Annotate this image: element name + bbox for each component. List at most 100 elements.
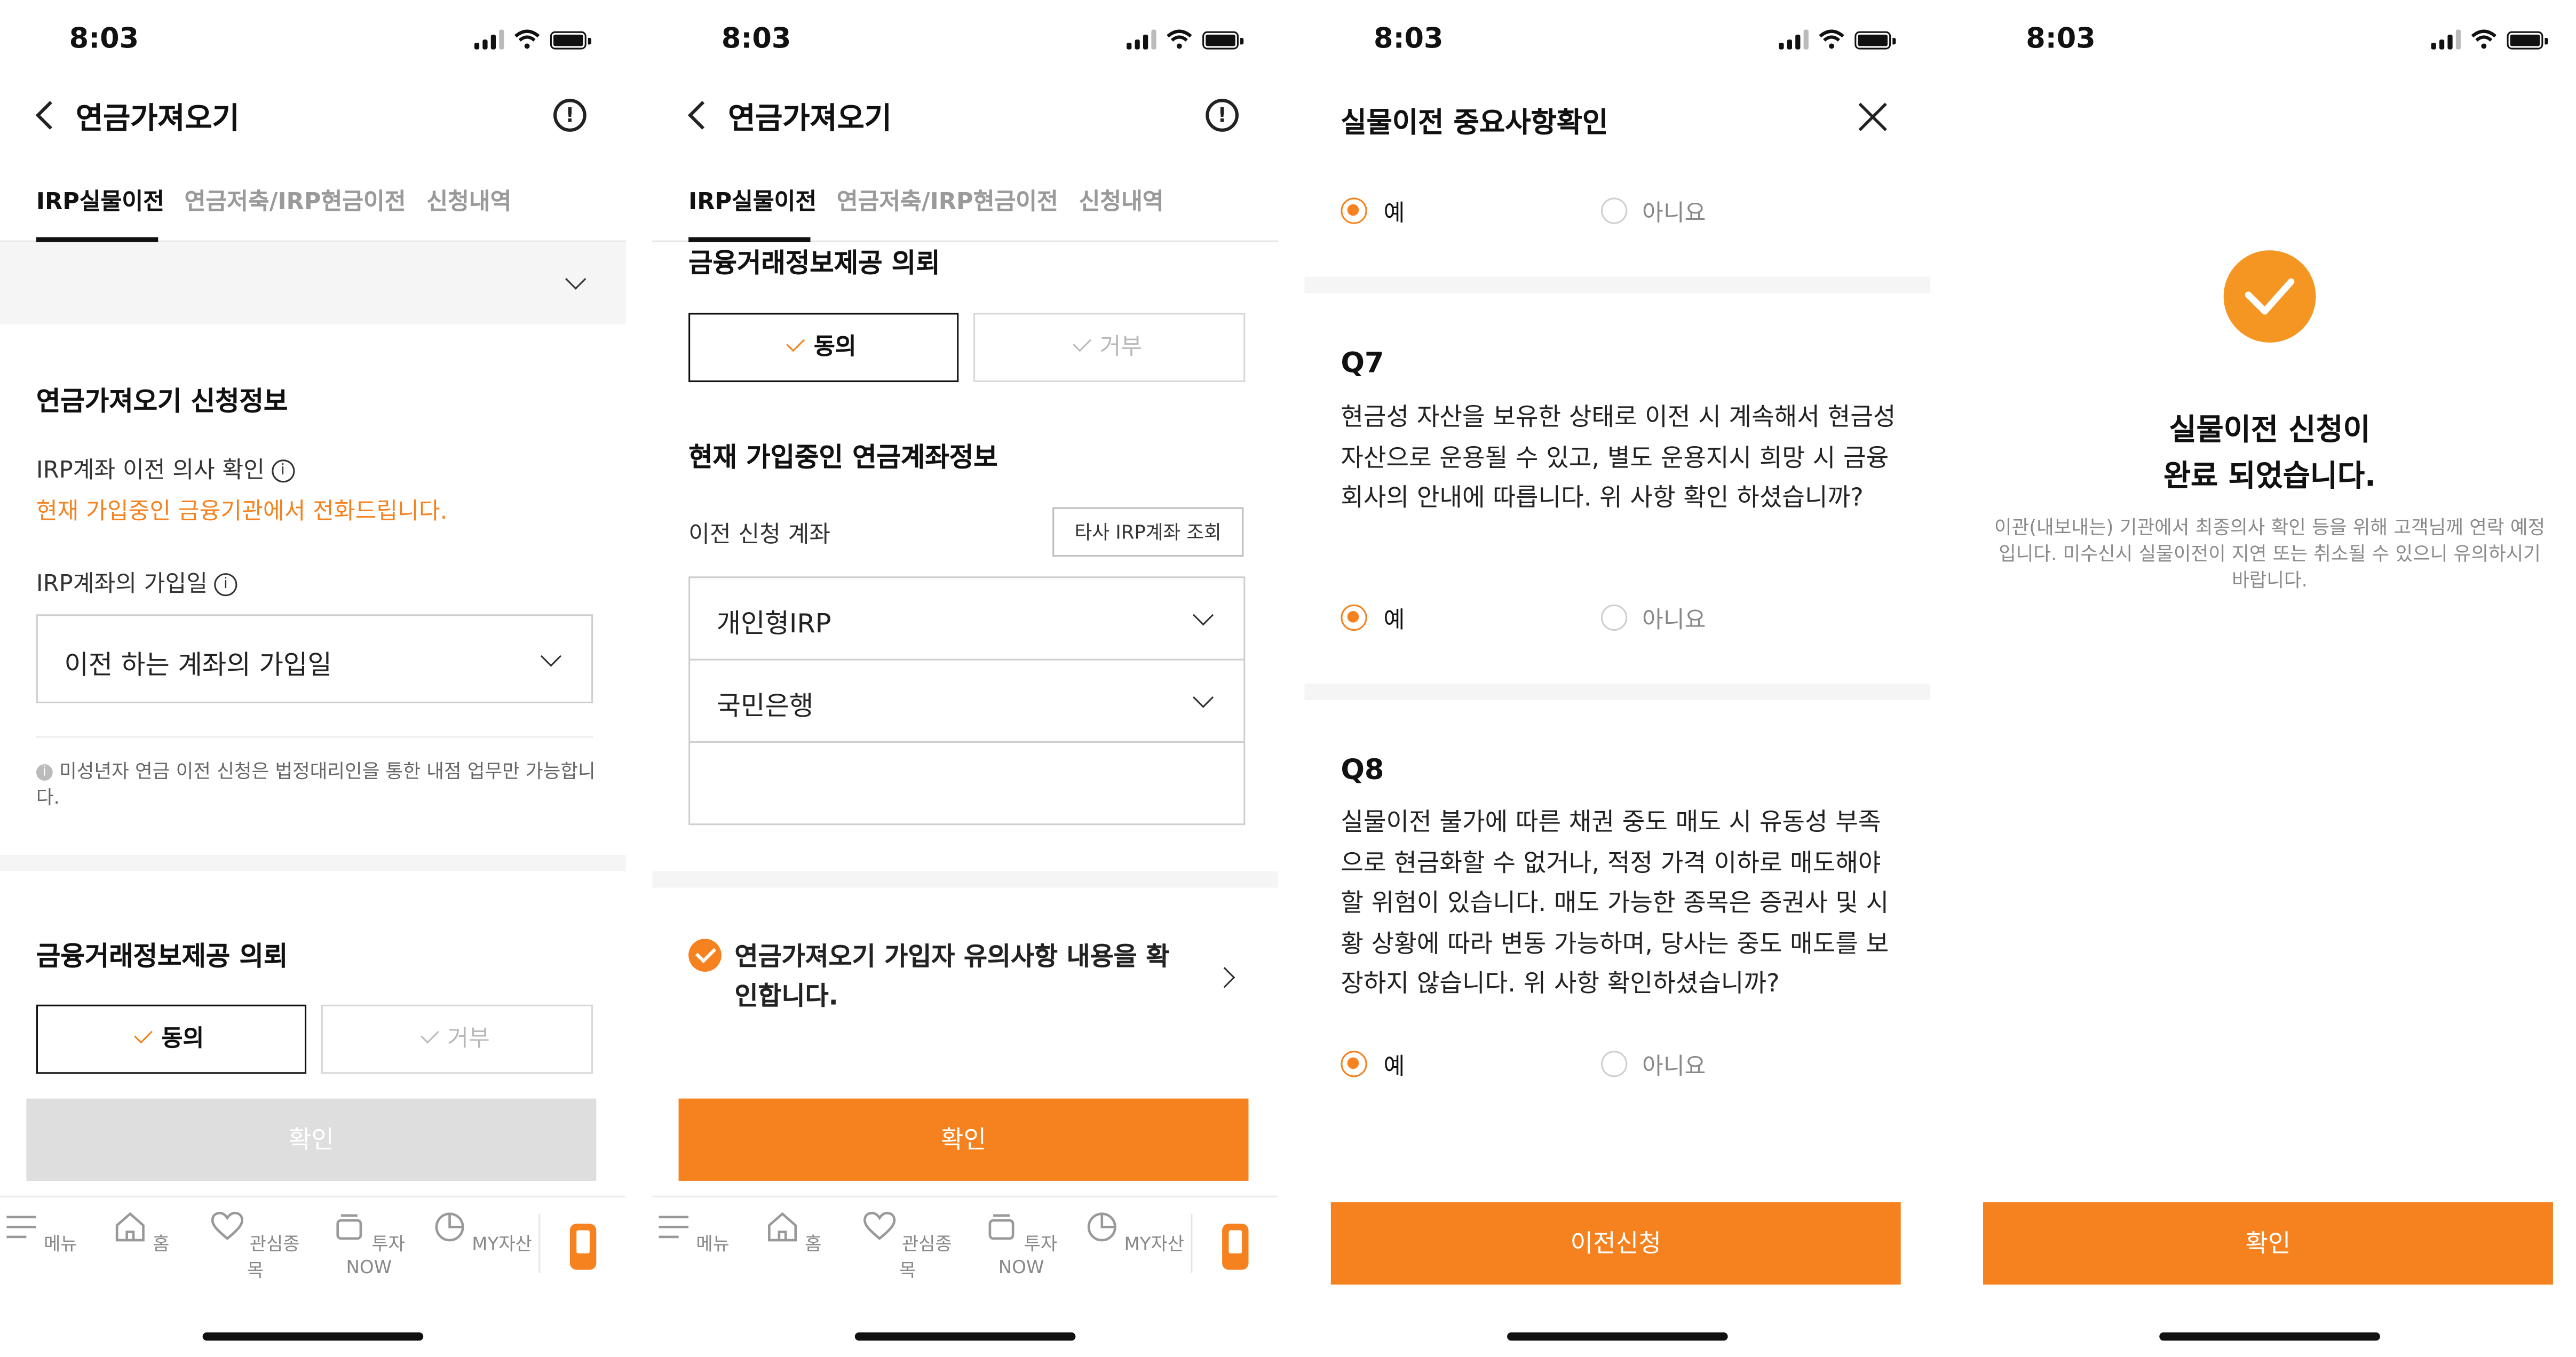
q7-yes-label: 예 (1383, 607, 1405, 634)
status-time: 8:03 (1374, 23, 1444, 56)
account-type-select[interactable]: 개인형IRP (688, 576, 1246, 661)
nav-watchlist[interactable]: 관심종목 (858, 1211, 957, 1283)
modal-title: 실물이전 중요사항확인 (1341, 107, 1608, 140)
status-time: 8:03 (2026, 23, 2096, 56)
signal-icon (1127, 29, 1156, 50)
screen-application-form: 8:03 연금가져오기 ! IRP실물이전 연금저축/IRP현금이전 신청내역 … (0, 0, 626, 1357)
q8-title: Q8 (1341, 754, 1384, 788)
chevron-down-icon (565, 268, 586, 290)
section-divider (0, 854, 626, 871)
minor-notice: i 미성년자 연금 이전 신청은 법정대리인을 통한 내점 업무만 가능합니다. (36, 758, 596, 811)
section-title-account-info: 현재 가입중인 연금계좌정보 (688, 441, 998, 473)
tab-cash-transfer[interactable]: 연금저축/IRP현금이전 (185, 185, 406, 218)
nav-invest-now[interactable]: 투자NOW (972, 1211, 1071, 1278)
q8-no-radio[interactable] (1600, 1051, 1628, 1077)
status-time: 8:03 (721, 23, 791, 56)
q6-yes-radio[interactable] (1341, 197, 1367, 224)
section-title-consent: 금융거래정보제공 의뢰 (36, 940, 288, 972)
q8-no-label: 아니요 (1642, 1054, 1706, 1081)
minor-notice-text: 미성년자 연금 이전 신청은 법정대리인을 통한 내점 업무만 가능합니다. (36, 759, 596, 809)
section-title-application-info: 연금가져오기 신청정보 (36, 385, 288, 417)
complete-description: 이관(내보내는) 기관에서 최종의사 확인 등을 위해 고객님께 연락 예정입니… (1994, 515, 2546, 592)
status-icons (1127, 26, 1244, 52)
tab-irp-transfer[interactable]: IRP실물이전 (688, 185, 817, 218)
nav-menu-label: 메뉴 (44, 1233, 77, 1255)
reject-button[interactable]: 거부 (321, 1004, 593, 1074)
nav-menu[interactable]: 메뉴 (0, 1211, 91, 1257)
home-indicator (1507, 1332, 1728, 1341)
complete-title-line1: 실물이전 신청이 (2169, 413, 2371, 448)
q7-no-radio[interactable] (1600, 604, 1628, 631)
q8-yes-radio[interactable] (1341, 1051, 1367, 1077)
q6-no-radio[interactable] (1600, 197, 1628, 224)
nav-invest-now[interactable]: 투자NOW (320, 1211, 418, 1278)
info-icon[interactable]: ! (1206, 99, 1239, 132)
q8-body: 실물이전 불가에 따른 채권 중도 매도 시 유동성 부족으로 현금화할 수 없… (1341, 807, 1889, 998)
tab-cash-transfer[interactable]: 연금저축/IRP현금이전 (837, 185, 1058, 218)
bottom-nav: 메뉴 홈 관심종목 투자NOW MY자산 (0, 1195, 626, 1296)
lookup-other-irp-button[interactable]: 타사 IRP계좌 조회 (1052, 507, 1244, 557)
info-icon[interactable]: ! (553, 99, 586, 132)
agree-label: 동의 (814, 334, 857, 361)
q7-yes-radio[interactable] (1341, 604, 1367, 631)
confirm-button[interactable]: 확인 (678, 1098, 1249, 1181)
notice-confirm-row[interactable]: 연금가져오기 가입자 유의사항 내용을 확인합니다. (688, 937, 1248, 1019)
tab-history[interactable]: 신청내역 (1079, 185, 1164, 218)
transfer-account-label: 이전 신청 계좌 (688, 522, 831, 549)
info-circle-icon[interactable]: i (271, 459, 295, 483)
nav-menu[interactable]: 메뉴 (652, 1211, 743, 1257)
nav-my-assets[interactable]: MY자산 (1085, 1211, 1184, 1257)
bank-select[interactable]: 국민은행 (688, 658, 1246, 743)
q7-no-label: 아니요 (1642, 607, 1706, 634)
collapsed-panel[interactable] (0, 242, 626, 325)
tab-irp-transfer[interactable]: IRP실물이전 (36, 185, 164, 218)
join-date-select[interactable]: 이전 하는 계좌의 가입일 (36, 614, 593, 703)
tab-bar: IRP실물이전 연금저축/IRP현금이전 신청내역 (0, 165, 626, 242)
account-number-input[interactable] (688, 741, 1246, 826)
signal-icon (2431, 29, 2461, 50)
home-icon (768, 1212, 797, 1242)
submit-transfer-button[interactable]: 이전신청 (1330, 1202, 1901, 1285)
bottom-nav: 메뉴 홈 관심종목 투자NOW MY자산 (652, 1195, 1279, 1296)
reject-button[interactable]: 거부 (973, 313, 1246, 383)
wifi-icon (1167, 29, 1192, 49)
nav-my-assets-label: MY자산 (472, 1233, 532, 1255)
section-title-consent: 금융거래정보제공 의뢰 (688, 247, 940, 279)
nav-home-label: 홈 (153, 1233, 170, 1255)
nav-home[interactable]: 홈 (744, 1211, 843, 1257)
bank-value: 국민은행 (716, 690, 814, 721)
phone-screen (1228, 1230, 1242, 1253)
back-icon[interactable] (679, 96, 718, 135)
status-time: 8:03 (69, 23, 139, 56)
tab-history[interactable]: 신청내역 (426, 185, 511, 218)
info-circle-icon[interactable]: i (214, 573, 237, 597)
back-icon[interactable] (26, 96, 66, 135)
confirm-button[interactable]: 확인 (26, 1098, 597, 1181)
irp-intent-note: 현재 가입중인 금융기관에서 전화드립니다. (36, 499, 448, 526)
irp-intent-label: IRP계좌 이전 의사 확인 i (36, 453, 295, 486)
menu-icon (6, 1216, 37, 1239)
close-icon[interactable] (1858, 102, 1888, 132)
heart-icon (863, 1211, 896, 1240)
q6-yes-label: 예 (1383, 201, 1405, 227)
nav-my-assets[interactable]: MY자산 (433, 1211, 532, 1257)
agree-button[interactable]: 동의 (36, 1004, 307, 1074)
active-tab-indicator (36, 237, 158, 242)
phone-app-icon[interactable] (569, 1224, 597, 1270)
home-indicator (2159, 1332, 2380, 1341)
phone-app-icon[interactable] (1222, 1224, 1249, 1270)
check-icon (134, 1025, 153, 1044)
home-icon (116, 1212, 145, 1242)
chevron-down-icon (1192, 605, 1214, 626)
nav-menu-label: 메뉴 (696, 1233, 730, 1255)
nav-home[interactable]: 홈 (92, 1211, 191, 1257)
pie-chart-icon (1087, 1212, 1116, 1242)
check-mark (695, 942, 717, 964)
section-divider (1304, 276, 1931, 293)
q8-yes-label: 예 (1383, 1054, 1405, 1081)
reject-label: 거부 (1099, 334, 1143, 361)
page-title: 연금가져오기 (75, 102, 240, 137)
agree-button[interactable]: 동의 (688, 313, 959, 383)
nav-watchlist[interactable]: 관심종목 (206, 1211, 305, 1283)
confirm-button[interactable]: 확인 (1983, 1202, 2553, 1285)
